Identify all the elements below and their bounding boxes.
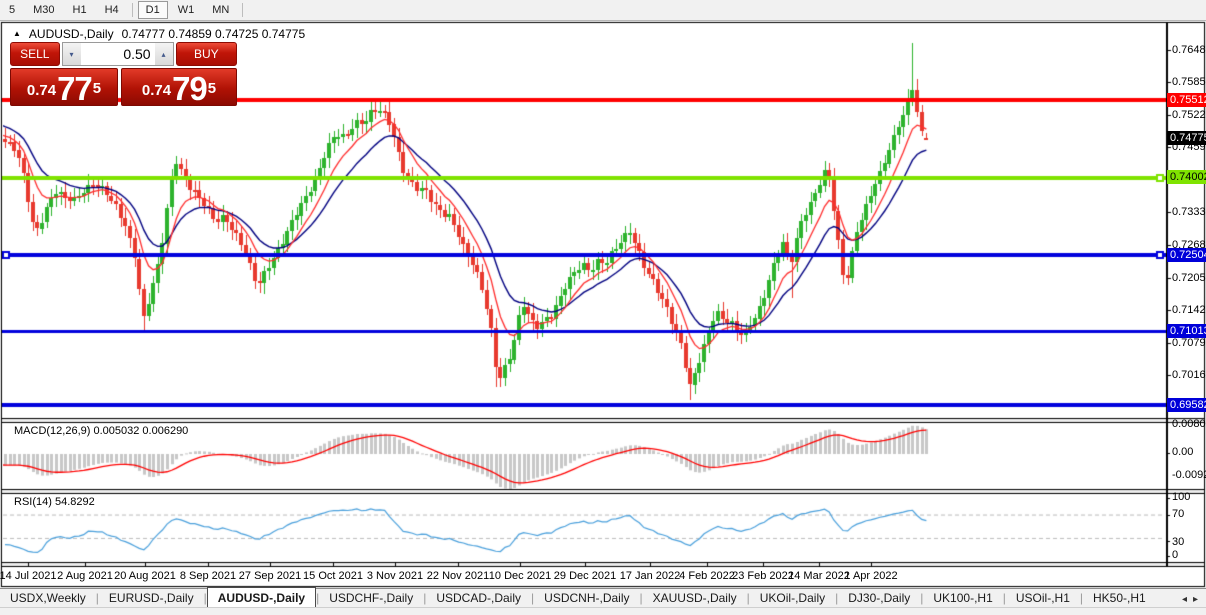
tab-ukoil-daily[interactable]: UKOil-,Daily	[750, 589, 835, 608]
rsi-label: RSI(14) 54.8292	[14, 496, 95, 508]
ask-price-big: 79	[172, 70, 208, 107]
one-click-trade-panel: SELL ▾ ▴ BUY 0.74 77 5 0.74 79 5	[10, 42, 237, 106]
indicator-tick-label: 0.00	[1172, 446, 1194, 458]
ask-price-prefix: 0.74	[141, 82, 172, 99]
ask-price-sup: 5	[207, 80, 217, 97]
timeframe-button-5[interactable]: 5	[1, 1, 23, 19]
timeframe-button-m30[interactable]: M30	[25, 1, 62, 19]
timeframe-button-d1[interactable]: D1	[137, 1, 168, 19]
tab-scroll-arrows: ◂ ▸	[1182, 594, 1206, 608]
price-tick-label: 0.73330	[1172, 206, 1206, 218]
chart-title: ▲ AUDUSD-,Daily 0.74777 0.74859 0.74725 …	[13, 27, 305, 41]
date-tick-label: 27 Sep 2021	[238, 570, 302, 582]
tab-eurusd-daily[interactable]: EURUSD-,Daily	[99, 589, 204, 608]
date-tick-label: 20 Aug 2021	[114, 570, 176, 582]
timeframe-button-h4[interactable]: H4	[97, 1, 127, 19]
timeframe-button-h1[interactable]: H1	[65, 1, 95, 19]
indicator-tick-label: 30	[1172, 536, 1185, 548]
tab-usdx-weekly[interactable]: USDX,Weekly	[0, 589, 96, 608]
resistance-line-tag: 0.75512	[1167, 93, 1206, 107]
buy-button[interactable]: BUY	[175, 42, 237, 66]
price-tick-label: 0.70165	[1172, 369, 1206, 381]
date-tick-label: 29 Dec 2021	[553, 570, 617, 582]
chart-symbol-period: AUDUSD-,Daily	[28, 27, 114, 41]
macd-label: MACD(12,26,9) 0.005032 0.006290	[14, 425, 189, 437]
toolbar-separator	[242, 3, 244, 17]
timeframe-toolbar: 5 M30 H1 H4 D1 W1 MN	[0, 0, 1206, 21]
date-tick-label: 23 Feb 2022	[732, 570, 794, 582]
price-tick-label: 0.72055	[1172, 272, 1206, 284]
chart-ohlc-values: 0.74777 0.74859 0.74725 0.74775	[121, 27, 306, 41]
support-line-tag-3: 0.69582	[1167, 398, 1206, 412]
bid-price-big: 77	[57, 70, 93, 107]
tab-dj30-daily[interactable]: DJ30-,Daily	[838, 589, 920, 608]
indicator-tick-label: 0.008065	[1172, 418, 1206, 430]
indicator-tick-label: 0	[1172, 549, 1179, 561]
date-tick-label: 2 Aug 2021	[57, 570, 113, 582]
collapse-triangle-icon[interactable]: ▲	[13, 29, 21, 38]
tab-usdcad-daily[interactable]: USDCAD-,Daily	[426, 589, 531, 608]
indicator-tick-label: 70	[1172, 508, 1185, 520]
date-tick-label: 10 Dec 2021	[488, 570, 552, 582]
date-tick-label: 4 Feb 2022	[679, 570, 735, 582]
lot-size-control: ▾ ▴	[61, 42, 174, 66]
sell-button[interactable]: SELL	[10, 42, 60, 66]
date-tick-label: 1 Apr 2022	[844, 570, 898, 582]
indicator-tick-label: 100	[1172, 491, 1191, 503]
tab-scroll-left-icon[interactable]: ◂	[1182, 594, 1187, 605]
date-tick-label: 22 Nov 2021	[426, 570, 490, 582]
date-tick-label: 3 Nov 2021	[366, 570, 424, 582]
tab-usoil-h1[interactable]: USOil-,H1	[1006, 589, 1080, 608]
lot-increase-button[interactable]: ▴	[154, 43, 173, 65]
price-tick-label: 0.75850	[1172, 76, 1206, 88]
date-tick-label: 17 Jan 2022	[619, 570, 681, 582]
tab-audusd-daily[interactable]: AUDUSD-,Daily	[206, 587, 317, 608]
tab-uk100-h1[interactable]: UK100-,H1	[923, 589, 1002, 608]
tab-xauusd-daily[interactable]: XAUUSD-,Daily	[643, 589, 747, 608]
tab-usdchf-daily[interactable]: USDCHF-,Daily	[319, 589, 423, 608]
price-tick-label: 0.71425	[1172, 304, 1206, 316]
tab-usdcnh-daily[interactable]: USDCNH-,Daily	[534, 589, 639, 608]
lot-size-input[interactable]	[80, 43, 155, 65]
bid-price-tag: 0.74775	[1167, 131, 1206, 145]
timeframe-button-mn[interactable]: MN	[204, 1, 237, 19]
ask-price-panel[interactable]: 0.74 79 5	[121, 68, 237, 106]
date-tick-label: 8 Sep 2021	[179, 570, 237, 582]
date-tick-label: 14 Mar 2022	[788, 570, 850, 582]
price-tick-label: 0.70795	[1172, 337, 1206, 349]
date-tick-label: 14 Jul 2021	[0, 570, 57, 582]
bid-price-prefix: 0.74	[26, 82, 57, 99]
support-line-tag-2: 0.71013	[1167, 324, 1206, 338]
bid-price-panel[interactable]: 0.74 77 5	[10, 68, 118, 106]
price-tick-label: 0.75220	[1172, 109, 1206, 121]
green-line-tag: 0.74002	[1167, 170, 1206, 184]
timeframe-button-w1[interactable]: W1	[170, 1, 203, 19]
tab-hk50-h1[interactable]: HK50-,H1	[1083, 589, 1156, 608]
date-tick-label: 15 Oct 2021	[303, 570, 363, 582]
support-line-tag-1: 0.72504	[1167, 248, 1206, 262]
indicator-tick-label: -0.009285	[1172, 469, 1206, 481]
toolbar-separator	[131, 3, 133, 17]
lot-decrease-button[interactable]: ▾	[62, 43, 81, 65]
bid-price-sup: 5	[92, 80, 102, 97]
chart-tab-bar: USDX,Weekly | EURUSD-,Daily | AUDUSD-,Daily |…	[0, 587, 1206, 608]
tab-scroll-right-icon[interactable]: ▸	[1193, 594, 1198, 605]
price-tick-label: 0.76480	[1172, 44, 1206, 56]
